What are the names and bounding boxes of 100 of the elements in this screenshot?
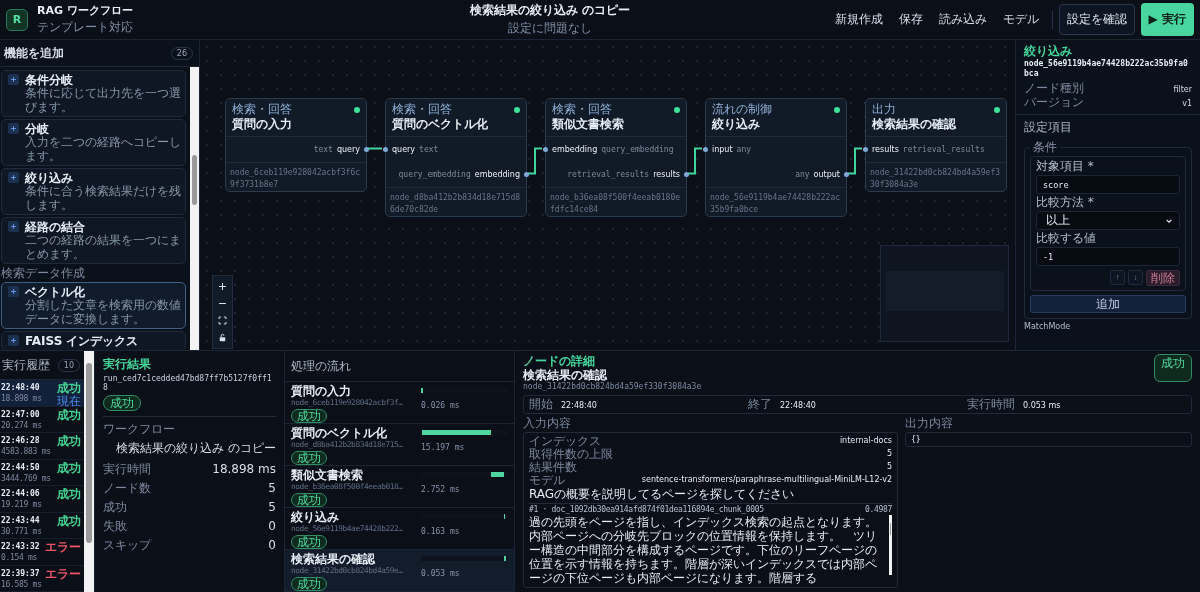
workflow-node[interactable]: 流れの制御 絞り込み input any any output node_56e9119b4ae74428b222ac35b9fa0bce: [705, 98, 847, 217]
node-id: node_b36ea08f500f4eeab0180efdfc14ce84: [550, 193, 681, 214]
workflow-title: 検索結果の絞り込み のコピー: [470, 2, 631, 19]
run-time: 22:44:06: [1, 488, 40, 500]
card-description: 分割した文章を検索用の数値データに変換します。: [25, 299, 181, 326]
node-category: 検索・回答: [552, 102, 613, 116]
node-id: node_56e9119b4ae74428b222ac35b9fa0bca: [1024, 59, 1189, 79]
run-time: 22:48:40: [1, 382, 40, 393]
menu-button[interactable]: モデル: [995, 5, 1046, 34]
card-description: 二つの経路の結果を一つにまとめます。: [25, 234, 181, 261]
menu-button[interactable]: 読み込み: [931, 5, 994, 34]
input-port[interactable]: [863, 147, 868, 152]
card-title: ベクトル化: [25, 285, 85, 299]
panel-title: ノードの詳細: [523, 354, 596, 368]
function-card[interactable]: ベクトル化 分割した文章を検索用の数値データに変換します。: [1, 282, 186, 329]
port-name: query: [392, 145, 416, 154]
status-badge: 成功: [291, 577, 327, 591]
step-duration: 0.026 ms: [421, 401, 461, 410]
port-type: retrieval_results: [902, 145, 985, 154]
node-category: 検索・回答: [392, 102, 453, 116]
input-port[interactable]: [703, 147, 708, 152]
summary-value: 5: [268, 481, 276, 495]
function-card[interactable]: 絞り込み 条件に合う検索結果だけを残します。: [1, 168, 186, 215]
timing-label: 終了: [748, 398, 772, 411]
result-text: 過の先頭をページを指し、インデックス検索の起点となります。内部ページへの分岐先ブロックの位置情報を保持します。 ツリー構造の中間部分を構成するページです。下位のリーフページの位置を示す情報を持ちます。階層が深いインデックスでは内部ページの下位ページも内部ページになります。階層する: [529, 515, 878, 585]
plus-icon: [8, 335, 19, 346]
status-badge: 成功: [291, 493, 327, 507]
fit-view-icon[interactable]: [215, 313, 230, 328]
menu-button[interactable]: 保存: [891, 5, 930, 34]
run-button[interactable]: ▶ 実行: [1140, 3, 1194, 36]
input-port[interactable]: [543, 147, 548, 152]
input-value: 5: [886, 448, 892, 460]
property-value: filter: [1173, 85, 1192, 94]
input-value: 5: [886, 461, 892, 473]
run-duration: 20.274 ms: [1, 420, 42, 431]
node-title: 絞り込み: [712, 116, 761, 132]
workflow-node[interactable]: 検索・回答 質問の入力 text query node_6ceb119e928042acbf3f6c9f3731b8e7: [225, 98, 367, 192]
summary-label: 実行時間: [103, 463, 151, 476]
function-card[interactable]: FAISS インデックス: [1, 331, 186, 350]
function-card[interactable]: 経路の結合 二つの経路の結果を一つにまとめます。: [1, 217, 186, 264]
status-badge: 成功: [1154, 354, 1192, 382]
plus-icon: [8, 286, 19, 297]
run-duration: 16.585 ms: [1, 578, 42, 590]
delete-button[interactable]: 削除: [1146, 270, 1180, 286]
section-label: 出力内容: [905, 417, 954, 430]
logo: R: [6, 8, 28, 31]
input-field[interactable]: -1: [1036, 247, 1180, 266]
connector-edge: [847, 147, 863, 175]
input-port[interactable]: [383, 147, 388, 152]
run-duration: 30.771 ms: [1, 525, 42, 537]
scrollbar[interactable]: [190, 67, 199, 350]
port-name: output: [813, 170, 840, 179]
section-label: 入力内容: [523, 417, 572, 430]
output-port[interactable]: [684, 172, 689, 177]
node-name: 検索結果の確認: [523, 368, 608, 382]
panel-title: 処理の流れ: [285, 351, 514, 382]
select-field[interactable]: 以上: [1036, 211, 1180, 230]
add-button[interactable]: 追加: [1030, 295, 1186, 313]
port-type: text: [419, 145, 439, 154]
status-dot: [674, 107, 680, 113]
input-value: sentence-transformers/paraphrase-multilingual-MiniLM-L12-v2: [641, 474, 892, 486]
run-status: エラー: [45, 541, 81, 554]
field-label: 比較する値: [1036, 232, 1097, 245]
panel-title: 実行履歴: [2, 357, 50, 374]
port-type: retrieval_results: [567, 170, 650, 179]
timing-label: 実行時間: [967, 398, 1015, 411]
card-description: 条件に応じて出力先を一つ選びます。: [25, 87, 181, 114]
port-type: query_embedding: [601, 145, 674, 154]
card-description: 入力を二つの経路へコピーします。: [25, 136, 181, 163]
input-label: 結果件数: [529, 461, 577, 474]
scrollbar[interactable]: [84, 351, 94, 592]
summary-value: 5: [268, 500, 276, 514]
run-duration: 3444.769 ms: [1, 472, 51, 484]
function-card[interactable]: 条件分岐 条件に応じて出力先を一つ選びます。: [1, 70, 186, 117]
status-badge: 成功: [291, 535, 327, 549]
menu-button[interactable]: 新規作成: [827, 5, 890, 34]
timing-label: 開始: [529, 398, 553, 411]
input-field[interactable]: score: [1036, 175, 1180, 194]
validate-button[interactable]: 設定を確認: [1058, 4, 1135, 35]
card-title: 分岐: [25, 122, 50, 136]
connector-edge: [527, 147, 543, 175]
run-status: 成功: [57, 435, 81, 448]
output-port[interactable]: [524, 172, 529, 177]
status-dot: [514, 107, 520, 113]
history-item[interactable]: 22:48:40 18.898 ms 成功 現在: [0, 380, 84, 407]
field-label: 対象項目 *: [1036, 160, 1095, 173]
function-card[interactable]: 分岐 入力を二つの経路へコピーします。: [1, 119, 186, 166]
workflow-node[interactable]: 検索・回答 質問のベクトル化 query text query_embedding embedding node_d8ba412b2b834d18e715d86de70c82de: [385, 98, 527, 217]
port-name: input: [712, 145, 733, 154]
timing-value: 22:48:40: [780, 400, 816, 411]
workflow-node[interactable]: 検索・回答 類似文書検索 embedding query_embedding retrieval_results results node_b36ea08f500f4eeab0180efdfc14ce84: [545, 98, 687, 217]
panel-title: 実行結果: [103, 357, 151, 371]
move-button[interactable]: ↓: [1128, 270, 1143, 285]
port-name: query: [336, 145, 360, 154]
move-button[interactable]: ↑: [1110, 270, 1125, 285]
section-label: 検索データ作成: [1, 266, 86, 280]
output-port[interactable]: [844, 172, 849, 177]
scrollbar[interactable]: [889, 515, 892, 575]
workflow-node[interactable]: 出力 検索結果の確認 results retrieval_results node_31422bd0cb824bd4a59ef330f3084a3e: [865, 98, 1007, 192]
output-port[interactable]: [364, 147, 369, 152]
